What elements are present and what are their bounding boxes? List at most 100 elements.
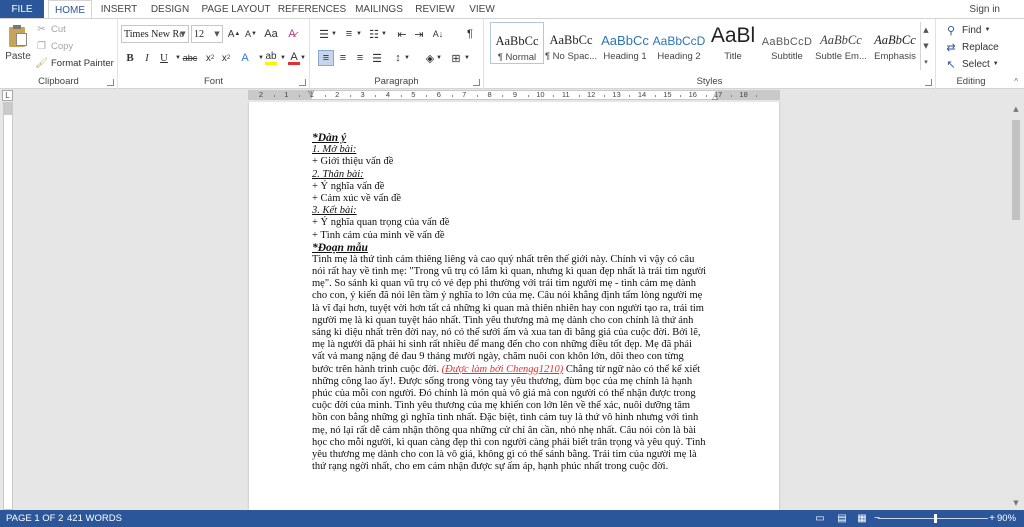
ruler-tick	[476, 95, 478, 97]
chevron-down-icon[interactable]: ▼	[354, 26, 364, 42]
ruler-tick	[603, 95, 605, 97]
font-size-value: 12	[194, 28, 204, 40]
right-indent-icon[interactable]: △	[712, 92, 718, 101]
font-launcher-icon[interactable]	[299, 79, 306, 86]
chevron-down-icon: ▼	[180, 30, 186, 38]
print-layout-icon[interactable]: ▤	[836, 513, 848, 524]
sort-icon[interactable]: A↓	[430, 26, 446, 42]
web-layout-icon[interactable]: ▦	[856, 513, 868, 524]
tab-file[interactable]: FILE	[0, 0, 44, 18]
show-formatting-marks-icon[interactable]: ¶	[462, 26, 478, 42]
document-area: *Dàn ý 1. Mở bài: + Giới thiệu vấn đề 2.…	[0, 102, 1024, 510]
font-name-combo[interactable]: Times New Ro ▼	[121, 25, 189, 43]
text-effects-icon[interactable]: A	[237, 50, 253, 66]
ruler-tick-label: 15	[663, 90, 672, 99]
document-body[interactable]: *Dàn ý 1. Mở bài: + Giới thiệu vấn đề 2.…	[312, 132, 716, 473]
zoom-slider[interactable]	[878, 518, 988, 519]
grow-font-icon[interactable]: A ▲	[226, 26, 242, 42]
collapse-ribbon-icon[interactable]: ^	[1014, 77, 1018, 86]
tab-home[interactable]: HOME	[48, 0, 92, 19]
italic-icon[interactable]: I	[139, 50, 155, 66]
ruler-tick	[349, 95, 351, 97]
ruler-tick-label: 10	[536, 90, 545, 99]
chevron-down-icon[interactable]: ▼	[402, 50, 412, 66]
tab-mailings[interactable]: MAILINGS	[352, 0, 406, 18]
strikethrough-icon[interactable]: abc	[182, 50, 198, 66]
chevron-down-icon[interactable]: ▼	[329, 26, 339, 42]
ruler-tick	[756, 95, 758, 97]
font-size-combo[interactable]: 12 ▼	[191, 25, 223, 43]
clipboard-launcher-icon[interactable]	[107, 79, 114, 86]
align-center-icon[interactable]: ≡	[335, 50, 351, 66]
vertical-scrollbar[interactable]: ▲ ▼	[1008, 102, 1024, 510]
style-name: Title	[724, 51, 742, 62]
sign-in-link[interactable]: Sign in	[969, 0, 1000, 18]
cut-button[interactable]: ✂ Cut	[36, 22, 66, 37]
style-name: ¶ Normal	[497, 52, 537, 63]
tab-design[interactable]: DESIGN	[148, 0, 192, 18]
scroll-down-icon[interactable]: ▼	[1008, 496, 1024, 510]
style-sample: AaBbCc	[549, 33, 593, 47]
tab-view[interactable]: VIEW	[464, 0, 500, 18]
style-emphasis[interactable]: AaBbCc Emphasis	[868, 22, 922, 64]
paste-button[interactable]: Paste	[4, 23, 32, 73]
format-painter-button[interactable]: 🖌 Format Painter	[35, 56, 114, 71]
tab-insert[interactable]: INSERT	[98, 0, 140, 18]
chevron-up-icon[interactable]: ▲	[921, 22, 931, 38]
more-styles-icon[interactable]: ▾	[921, 54, 931, 70]
align-right-icon[interactable]: ≡	[352, 50, 368, 66]
read-mode-icon[interactable]: ▭	[814, 513, 826, 524]
zoom-level[interactable]: 90%	[997, 510, 1016, 527]
paragraph-line: người mẹ là kì quan tuyệt hảo nhất. Tình…	[312, 314, 694, 326]
zoom-slider-thumb[interactable]	[934, 514, 937, 523]
paragraph-launcher-icon[interactable]	[473, 79, 480, 86]
style-title[interactable]: AaBl Title	[706, 22, 760, 64]
word-count[interactable]: 421 WORDS	[67, 510, 122, 527]
chevron-down-icon[interactable]: ▼	[379, 26, 389, 42]
ruler-tick-label: 1	[284, 90, 289, 99]
style-heading-2[interactable]: AaBbCcD Heading 2	[652, 22, 706, 64]
chevron-down-icon[interactable]: ▼	[921, 38, 931, 54]
scrollbar-thumb[interactable]	[1012, 120, 1020, 220]
first-line-indent-icon[interactable]: ▽	[308, 89, 314, 98]
style-sample: AaBl	[710, 24, 756, 47]
tab-review[interactable]: REVIEW	[414, 0, 456, 18]
tab-page-layout[interactable]: PAGE LAYOUT	[200, 0, 272, 18]
ruler-tick-label: 7	[462, 90, 467, 99]
chevron-down-icon[interactable]: ▼	[434, 50, 444, 66]
page-count[interactable]: PAGE 1 OF 2	[6, 510, 63, 527]
chevron-down-icon[interactable]: ▼	[298, 50, 308, 66]
justify-icon[interactable]: ☰	[369, 50, 385, 66]
paste-icon	[8, 25, 28, 47]
clear-formatting-icon[interactable]: A̷	[284, 26, 300, 42]
style-sample: AaBbCcD	[652, 34, 706, 48]
document-page[interactable]: *Dàn ý 1. Mở bài: + Giới thiệu vấn đề 2.…	[249, 102, 779, 510]
style-heading-1[interactable]: AaBbCc Heading 1	[598, 22, 652, 64]
subscript-icon[interactable]: x2	[202, 50, 218, 66]
ruler-tick	[273, 95, 275, 97]
style-sample: AaBbCc	[601, 33, 649, 48]
style-normal[interactable]: AaBbCc ¶ Normal	[490, 22, 544, 64]
align-left-icon[interactable]: ≡	[318, 50, 334, 66]
style-subtitle[interactable]: AaBbCcD Subtitle	[760, 22, 814, 64]
styles-launcher-icon[interactable]	[925, 79, 932, 86]
ruler-tick-label: 6	[436, 90, 441, 99]
ruler-tick	[705, 95, 707, 97]
shrink-font-icon[interactable]: A ▼	[243, 26, 259, 42]
copy-button[interactable]: ❐ Copy	[36, 39, 73, 54]
tab-selector-icon[interactable]: L	[2, 90, 13, 101]
change-case-icon[interactable]: Aa	[263, 26, 279, 42]
cut-label: Cut	[51, 24, 66, 35]
tab-references[interactable]: REFERENCES	[278, 0, 346, 18]
style-no-spacing[interactable]: AaBbCc ¶ No Spac...	[544, 22, 598, 64]
increase-indent-icon[interactable]: ⇥	[411, 26, 427, 42]
scroll-up-icon[interactable]: ▲	[1008, 102, 1024, 116]
outline-item: + Tình cảm của mình về vấn đề	[312, 229, 445, 241]
decrease-indent-icon[interactable]: ⇤	[394, 26, 410, 42]
superscript-icon[interactable]: x2	[218, 50, 234, 66]
chevron-down-icon[interactable]: ▼	[462, 50, 472, 66]
ruler-strip[interactable]: 2 1 1 2 3 4 5 6 7 8 9 10 11 12 13 14 15 16 17 18	[248, 90, 780, 100]
bold-icon[interactable]: B	[122, 50, 138, 66]
style-sample: AaBbCc	[874, 33, 916, 47]
style-subtle-emphasis[interactable]: AaBbCc Subtle Em...	[814, 22, 868, 64]
